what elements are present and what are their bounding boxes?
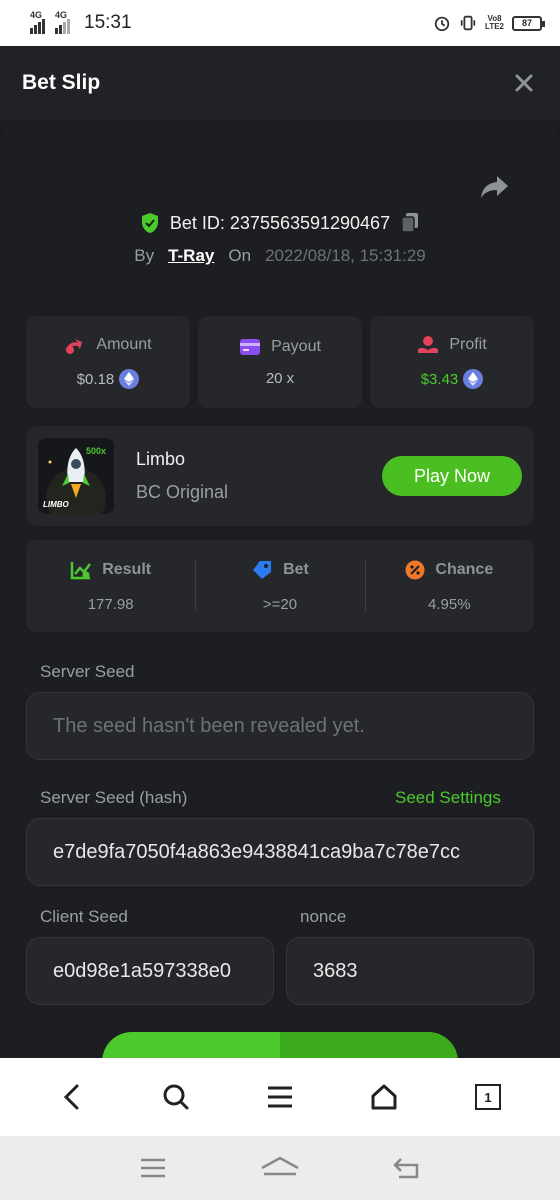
seed-settings-link[interactable]: Seed Settings [395, 788, 501, 808]
status-time: 15:31 [84, 12, 132, 33]
on-label: On [228, 246, 252, 265]
nonce-field[interactable]: 3683 [286, 937, 534, 1005]
chevron-left-icon [63, 1084, 79, 1110]
bet-slip-header: Bet Slip [0, 46, 560, 120]
profit-card: Profit $3.43 [370, 316, 534, 408]
bet-datetime: 2022/08/18, 15:31:29 [265, 246, 426, 265]
recents-button[interactable] [133, 1148, 173, 1188]
bet-value: >=20 [262, 595, 298, 613]
percent-icon [405, 560, 425, 579]
thumb-badge: 500x [86, 446, 107, 456]
by-label: By [134, 246, 155, 265]
tabs-button[interactable]: 1 [468, 1077, 508, 1117]
bet-tag-icon [253, 560, 272, 579]
nav-back-button[interactable] [387, 1148, 427, 1188]
result-item: Result 177.98 [26, 540, 195, 632]
server-seed-field[interactable]: The seed hasn't been revealed yet. [26, 692, 534, 760]
game-subtitle: BC Original [136, 482, 229, 502]
amount-value: $0.18 [76, 370, 115, 388]
recents-icon [141, 1158, 166, 1178]
eth-icon [463, 369, 484, 389]
chance-label: Chance [435, 560, 494, 578]
signal-icon-2: 4G [55, 10, 70, 34]
bet-slip-panel: Bet ID: 2375563591290467 By T-Ray On 202… [0, 120, 560, 1060]
share-icon[interactable] [480, 174, 510, 200]
client-seed-field[interactable]: e0d98e1a597338e0 [26, 937, 274, 1005]
amount-icon [66, 339, 83, 354]
game-thumbnail[interactable]: 500x LIMBO [38, 438, 114, 514]
copy-icon[interactable] [400, 212, 420, 234]
home-icon [371, 1084, 397, 1110]
nonce-label: nonce [300, 907, 347, 926]
server-seed-label: Server Seed [40, 662, 135, 681]
payout-value: 20 x [265, 369, 295, 387]
user-link[interactable]: T-Ray [168, 246, 214, 266]
server-hash-label: Server Seed (hash) [40, 788, 188, 807]
wallet-icon [240, 338, 261, 355]
menu-icon [268, 1086, 292, 1108]
shield-check-icon [141, 213, 158, 233]
result-panel: Result 177.98 Bet >=20 Chance 4.95% [26, 540, 534, 632]
amount-card: Amount $0.18 [26, 316, 190, 408]
volte-indicator: Vo8 LTE2 [485, 14, 504, 31]
close-icon [515, 74, 533, 92]
game-name: Limbo [136, 449, 186, 469]
menu-button[interactable] [260, 1077, 300, 1117]
eth-icon [119, 369, 140, 389]
result-value: 177.98 [87, 595, 134, 613]
battery-icon: 87 [512, 15, 545, 31]
result-label: Result [102, 560, 152, 578]
back-button[interactable] [52, 1077, 92, 1117]
thumb-label: LIMBO [43, 500, 69, 509]
profit-label: Profit [449, 336, 487, 353]
payout-label: Payout [271, 337, 321, 355]
vibrate-icon [460, 15, 476, 31]
bet-id: Bet ID: 2375563591290467 [169, 212, 391, 233]
chart-check-icon [70, 561, 92, 579]
search-button[interactable] [156, 1077, 196, 1117]
game-card: 500x LIMBO Limbo BC Original Play Now [26, 426, 534, 526]
signal-icon: 4G [30, 10, 45, 34]
profit-value: $3.43 [420, 370, 459, 388]
page-title: Bet Slip [22, 71, 101, 94]
amount-label: Amount [96, 336, 152, 353]
bet-meta-row: By T-Ray On 2022/08/18, 15:31:29 [0, 246, 560, 266]
tab-count: 1 [475, 1084, 501, 1110]
nav-home-button[interactable] [260, 1148, 300, 1188]
bet-item: Bet >=20 [195, 540, 364, 632]
play-now-button[interactable]: Play Now [382, 456, 522, 496]
bet-label: Bet [283, 560, 309, 578]
payout-card: Payout 20 x [198, 316, 362, 408]
nav-back-icon [392, 1158, 418, 1179]
network-type-2: 4G [55, 10, 68, 20]
chance-value: 4.95% [428, 595, 471, 613]
network-type: 4G [30, 10, 43, 20]
bet-id-row: Bet ID: 2375563591290467 [0, 212, 560, 234]
verify-button[interactable] [102, 1032, 458, 1060]
profit-icon [418, 336, 439, 353]
client-seed-label: Client Seed [40, 907, 128, 926]
browser-toolbar: 1 [0, 1058, 560, 1136]
alarm-icon [434, 16, 450, 32]
nav-home-icon [261, 1156, 299, 1176]
chance-item: Chance 4.95% [364, 540, 534, 632]
bet-stats: Amount $0.18 Payout 20 x Profit $3.43 [26, 316, 534, 408]
server-hash-field[interactable]: e7de9fa7050f4a863e9438841ca9ba7c78e7cc [26, 818, 534, 886]
system-nav-bar [0, 1136, 560, 1200]
close-button[interactable] [510, 69, 538, 97]
search-icon [163, 1084, 189, 1110]
home-button[interactable] [364, 1077, 404, 1117]
status-bar: 4G 4G 15:31 Vo8 LTE2 87 [0, 0, 560, 46]
